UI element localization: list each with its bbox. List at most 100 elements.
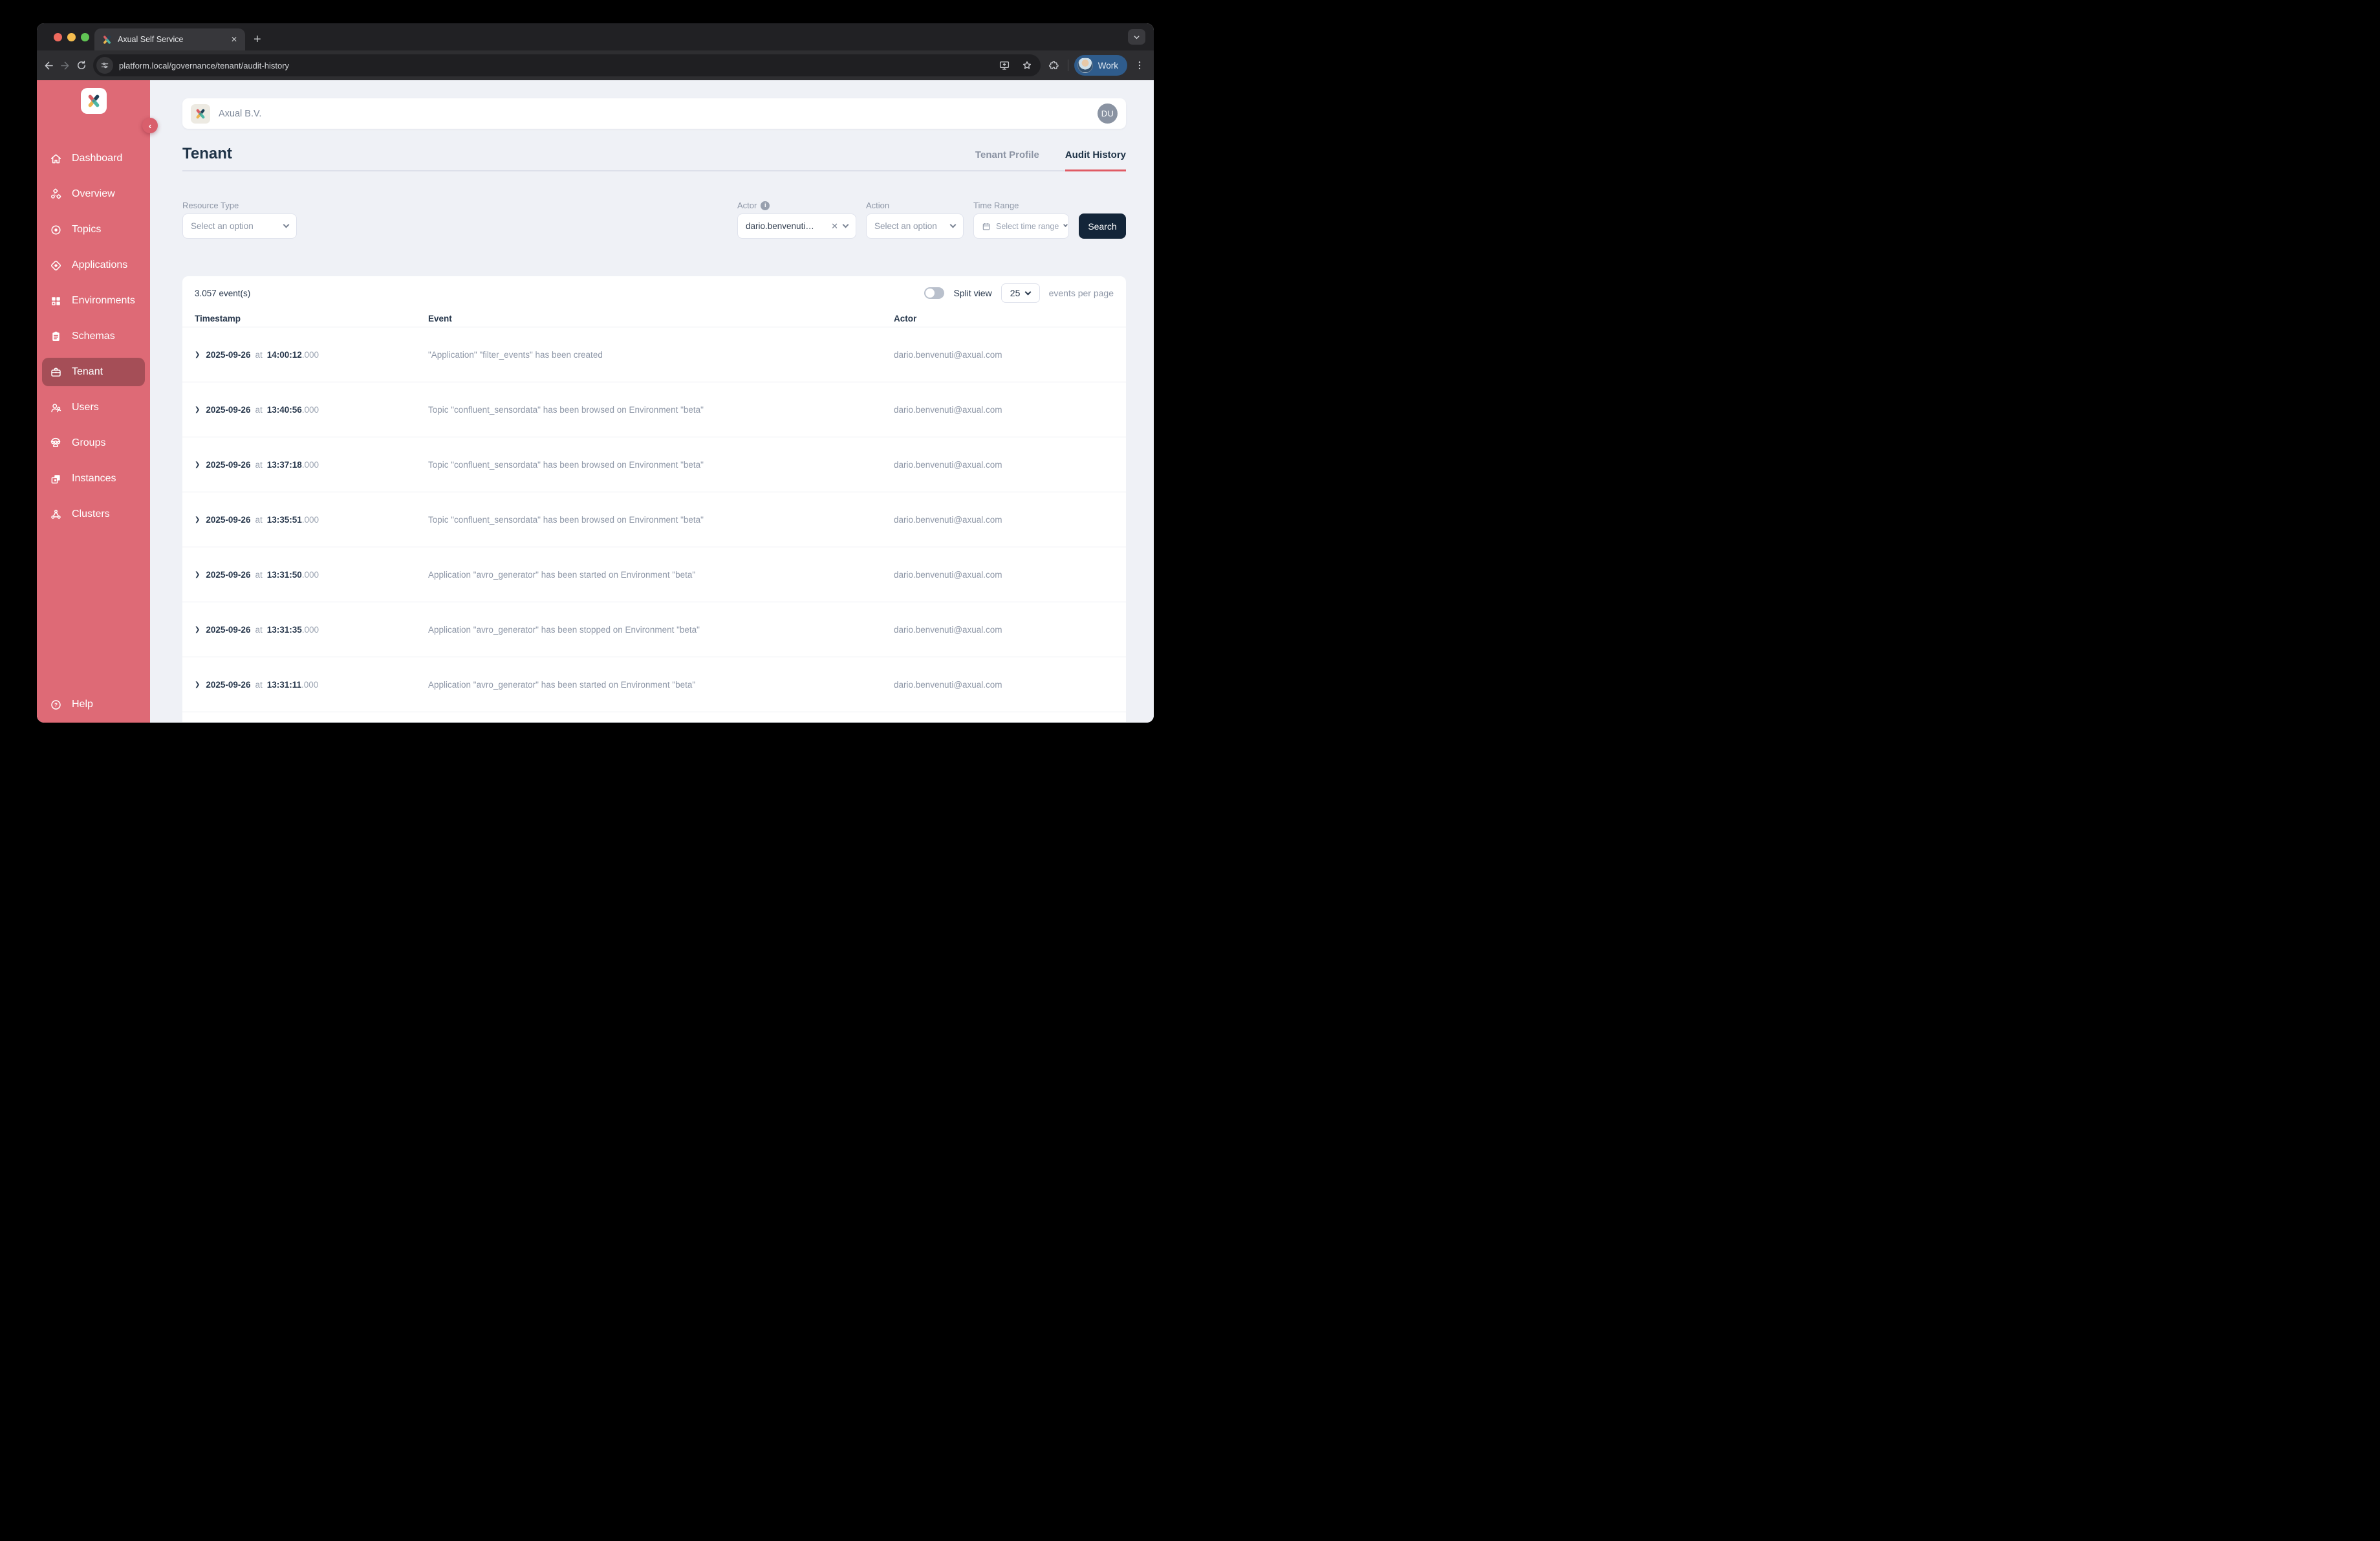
sidebar-item-environments[interactable]: Environments [42, 287, 145, 315]
sidebar-collapse-button[interactable]: ‹ [142, 118, 158, 133]
event-date: 2025-09-26 [206, 680, 250, 690]
table-row[interactable]: ❯2025-09-26at13:35:51.000Topic "confluen… [182, 492, 1126, 547]
minimize-window-button[interactable] [67, 33, 76, 41]
filters-row: Resource Type Select an option Actor i [182, 201, 1126, 239]
timestamp-cell: ❯2025-09-26at13:31:35.000 [195, 625, 428, 635]
event-date: 2025-09-26 [206, 515, 250, 525]
clear-icon[interactable]: ✕ [831, 221, 838, 232]
expand-chevron-icon[interactable]: ❯ [195, 406, 200, 413]
sidebar-item-label: Applications [72, 259, 127, 271]
expand-chevron-icon[interactable]: ❯ [195, 571, 200, 578]
event-date: 2025-09-26 [206, 405, 250, 415]
tab-search-button[interactable] [1128, 29, 1145, 45]
event-time: 13:31:50 [267, 570, 302, 580]
chevron-down-icon [1025, 289, 1032, 295]
browser-profile-chip[interactable]: Work [1074, 55, 1127, 76]
tab-title: Axual Self Service [118, 35, 224, 44]
sidebar-item-schemas[interactable]: Schemas [42, 322, 145, 351]
table-row[interactable]: ❯2025-09-26at13:31:35.000Application "av… [182, 602, 1126, 657]
sidebar-item-label: Dashboard [72, 153, 122, 164]
sidebar-item-tenant[interactable]: Tenant [42, 358, 145, 386]
close-window-button[interactable] [54, 33, 62, 41]
browser-menu-icon[interactable] [1131, 56, 1147, 74]
actor-cell: dario.benvenuti@axual.com [894, 350, 1126, 360]
url-text[interactable]: platform.local/governance/tenant/audit-h… [119, 61, 990, 71]
timestamp-connector: at [255, 570, 262, 580]
sidebar-item-label: Help [72, 699, 93, 710]
sidebar-item-applications[interactable]: Applications [42, 251, 145, 279]
split-view-toggle[interactable] [924, 287, 944, 299]
search-button[interactable]: Search [1079, 213, 1126, 239]
timestamp-connector: at [255, 680, 262, 690]
event-milliseconds: .000 [302, 460, 319, 470]
time-range-picker[interactable]: Select time range [973, 213, 1069, 239]
sidebar-item-label: Clusters [72, 508, 110, 520]
new-tab-button[interactable]: + [254, 33, 261, 46]
actor-cell: dario.benvenuti@axual.com [894, 680, 1126, 690]
events-count: 3.057 event(s) [195, 289, 250, 298]
tab-audit-history[interactable]: Audit History [1065, 149, 1126, 171]
table-controls: 3.057 event(s) Split view 25 events per … [182, 276, 1126, 310]
actor-cell: dario.benvenuti@axual.com [894, 570, 1126, 580]
table-row[interactable]: ❯2025-09-26at13:31:11.000Application "av… [182, 657, 1126, 712]
table-controls-right: Split view 25 events per page [924, 283, 1114, 303]
time-range-label: Time Range [973, 201, 1069, 210]
event-time: 13:40:56 [267, 405, 302, 415]
table-row[interactable]: ❯2025-09-26at13:31:50.000Application "av… [182, 547, 1126, 602]
home-icon [49, 151, 63, 166]
column-event: Event [428, 314, 894, 323]
event-cell: Topic "confluent_sensordata" has been br… [428, 405, 894, 415]
user-avatar[interactable]: DU [1098, 104, 1118, 124]
sidebar-item-overview[interactable]: Overview [42, 180, 145, 208]
action-select[interactable]: Select an option [866, 213, 964, 239]
sidebar-item-clusters[interactable]: Clusters [42, 500, 145, 529]
sidebar-item-dashboard[interactable]: Dashboard [42, 144, 145, 173]
sidebar-item-groups[interactable]: Groups [42, 429, 145, 457]
page-size-select[interactable]: 25 [1001, 283, 1040, 303]
event-milliseconds: .000 [302, 570, 319, 580]
filter-actor: Actor i dario.benvenuti… ✕ [737, 201, 856, 239]
actor-cell: dario.benvenuti@axual.com [894, 460, 1126, 470]
table-row[interactable]: ❯2025-09-26at13:37:18.000Topic "confluen… [182, 437, 1126, 492]
actor-cell: dario.benvenuti@axual.com [894, 405, 1126, 415]
actor-select[interactable]: dario.benvenuti… ✕ [737, 213, 856, 239]
tab-tenant-profile[interactable]: Tenant Profile [975, 149, 1039, 171]
sidebar-item-topics[interactable]: Topics [42, 215, 145, 244]
expand-chevron-icon[interactable]: ❯ [195, 626, 200, 633]
chevron-down-icon [950, 222, 957, 228]
expand-chevron-icon[interactable]: ❯ [195, 351, 200, 358]
reload-icon[interactable] [73, 56, 89, 74]
page-tabs: Tenant Profile Audit History [975, 149, 1126, 170]
event-cell: Topic "confluent_sensordata" has been br… [428, 460, 894, 470]
address-bar[interactable]: platform.local/governance/tenant/audit-h… [93, 54, 1041, 76]
sidebar-item-instances[interactable]: Instances [42, 464, 145, 493]
extensions-icon[interactable] [1046, 56, 1062, 74]
sidebar-nav: Dashboard Overview Topics Applications Envir… [42, 144, 145, 536]
bookmark-star-icon[interactable] [1019, 57, 1035, 74]
profile-name: Work [1098, 61, 1118, 71]
environments-icon [49, 294, 63, 308]
event-date: 2025-09-26 [206, 625, 250, 635]
install-app-icon[interactable] [996, 57, 1013, 74]
sidebar-item-label: Instances [72, 473, 116, 485]
chevron-down-icon [1063, 223, 1068, 227]
expand-chevron-icon[interactable]: ❯ [195, 461, 200, 468]
event-time: 13:37:18 [267, 460, 302, 470]
sidebar-item-users[interactable]: Users [42, 393, 145, 422]
expand-chevron-icon[interactable]: ❯ [195, 516, 200, 523]
expand-chevron-icon[interactable]: ❯ [195, 681, 200, 688]
browser-tab-active[interactable]: Axual Self Service ✕ [94, 28, 245, 50]
table-row[interactable]: ❯2025-09-26at13:40:56.000Topic "confluen… [182, 382, 1126, 437]
table-row[interactable]: ❯2025-09-26at14:00:12.000"Application" "… [182, 327, 1126, 382]
sidebar-item-help[interactable]: ?Help [42, 690, 145, 719]
org-name: Axual B.V. [219, 109, 261, 119]
maximize-window-button[interactable] [81, 33, 89, 41]
time-range-value: Select time range [996, 222, 1059, 231]
site-settings-icon[interactable] [96, 57, 113, 74]
resource-type-select[interactable]: Select an option [182, 213, 297, 239]
action-label: Action [866, 201, 964, 210]
tab-close-icon[interactable]: ✕ [230, 35, 239, 44]
back-icon[interactable] [41, 56, 57, 74]
sidebar-item-label: Environments [72, 295, 135, 307]
info-icon[interactable]: i [761, 201, 770, 210]
